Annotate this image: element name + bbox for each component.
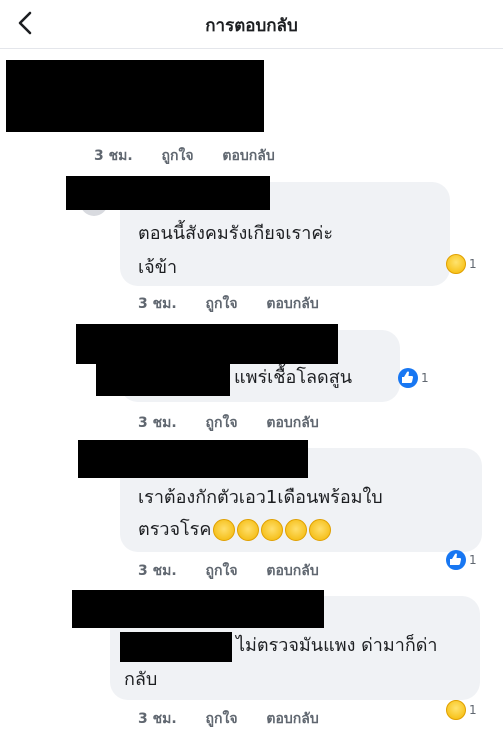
comment-text-line: แพร่เชื้อโลดสูน <box>234 367 352 388</box>
reply-link[interactable]: ตอบกลับ <box>266 560 318 582</box>
reaction-count: 1 <box>469 553 477 567</box>
comment-timestamp: 3 ชม. <box>138 296 177 312</box>
downcast-sweat-emoji-icon <box>309 519 332 541</box>
reaction-count-badge[interactable]: 1 <box>446 548 477 572</box>
downcast-sweat-emoji-icon <box>285 519 308 541</box>
reaction-count-badge[interactable]: 1 <box>446 698 477 722</box>
sweat-smile-emoji-icon <box>237 519 260 541</box>
redacted-comment-block <box>6 60 264 132</box>
haha-emoji-icon <box>446 254 466 274</box>
comment-timestamp: 3 ชม. <box>94 148 133 164</box>
like-thumb-icon <box>398 368 418 388</box>
reply-link[interactable]: ตอบกลับ <box>266 708 318 730</box>
reply-link[interactable]: ตอบกลับ <box>266 293 318 315</box>
like-link[interactable]: ถูกใจ <box>206 708 238 730</box>
comment-actions: 3 ชม. ถูกใจ ตอบกลับ <box>138 708 343 730</box>
haha-emoji-icon <box>446 700 466 720</box>
comment-actions: 3 ชม. ถูกใจ ตอบกลับ <box>94 145 299 167</box>
comment-text: ตรวจโรค <box>138 519 212 540</box>
redacted-text-fragment <box>120 632 232 662</box>
top-bar: การตอบกลับ <box>0 0 503 49</box>
sweat-smile-emoji-icon <box>213 519 236 541</box>
redacted-author-name <box>76 324 338 364</box>
page-title: การตอบกลับ <box>205 16 298 36</box>
reaction-count-badge[interactable]: 1 <box>446 252 477 276</box>
comment-actions: 3 ชม. ถูกใจ ตอบกลับ <box>138 560 343 582</box>
like-link[interactable]: ถูกใจ <box>162 145 194 167</box>
redacted-author-name <box>78 440 308 478</box>
comment-actions: 3 ชม. ถูกใจ ตอบกลับ <box>138 293 343 315</box>
comment-text-line: เราต้องกักตัวเอว1เดือนพร้อมใบ <box>138 487 383 508</box>
like-thumb-icon <box>446 550 466 570</box>
like-link[interactable]: ถูกใจ <box>206 293 238 315</box>
comment-actions: 3 ชม. ถูกใจ ตอบกลับ <box>138 412 343 434</box>
reply-link[interactable]: ตอบกลับ <box>222 145 274 167</box>
redacted-author-name <box>66 176 270 210</box>
comment-text-line: เจ้ข้า <box>138 257 178 278</box>
reply-link[interactable]: ตอบกลับ <box>266 412 318 434</box>
like-link[interactable]: ถูกใจ <box>206 412 238 434</box>
comment-text-line: กลับ <box>124 669 158 690</box>
reaction-count-badge[interactable]: 1 <box>398 366 429 390</box>
comment-text-line: ตอนนี้สังคมรังเกียจเราค่ะ <box>138 223 334 244</box>
comment-text-line-with-emojis: ตรวจโรค <box>138 514 332 546</box>
redacted-text-fragment <box>96 364 230 396</box>
reaction-count: 1 <box>469 703 477 717</box>
like-link[interactable]: ถูกใจ <box>206 560 238 582</box>
reaction-count: 1 <box>421 371 429 385</box>
comment-timestamp: 3 ชม. <box>138 563 177 579</box>
redacted-author-name <box>72 590 324 628</box>
comment-timestamp: 3 ชม. <box>138 415 177 431</box>
comment-timestamp: 3 ชม. <box>138 711 177 727</box>
comment-text-line: ไม่ตรวจมันแพง ด่ามาก็ด่า <box>236 635 438 656</box>
reaction-count: 1 <box>469 257 477 271</box>
sweat-smile-emoji-icon <box>261 519 284 541</box>
